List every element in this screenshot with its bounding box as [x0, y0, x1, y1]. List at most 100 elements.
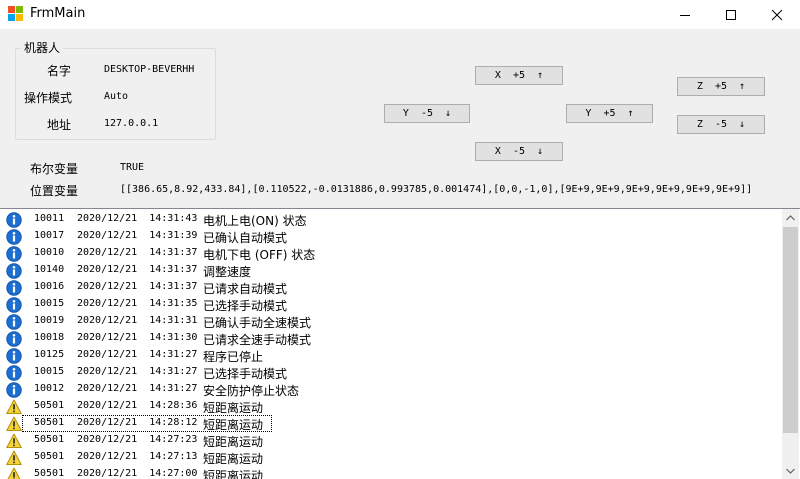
info-icon — [6, 382, 22, 398]
log-time: 2020/12/21 14:31:31 — [77, 315, 198, 326]
log-row[interactable]: 50501 2020/12/21 14:28:12 短距离运动 — [0, 415, 780, 432]
log-code: 10140 — [34, 264, 65, 275]
warning-icon — [6, 416, 22, 432]
pos-var-value: [[386.65,8.92,433.84],[0.110522,-0.01318… — [120, 184, 753, 195]
log-time: 2020/12/21 14:31:37 — [77, 281, 198, 292]
log-row[interactable]: 50501 2020/12/21 14:27:00 短距离运动 — [0, 466, 780, 479]
log-time: 2020/12/21 14:28:36 — [77, 400, 198, 411]
z-minus-label: Z -5 ↓ — [696, 119, 746, 130]
y-minus-label: Y -5 ↓ — [402, 108, 452, 119]
robot-group-title: 机器人 — [21, 39, 64, 56]
scroll-down-button[interactable] — [782, 462, 799, 479]
log-row[interactable]: 10016 2020/12/21 14:31:37 已请求自动模式 — [0, 279, 780, 296]
log-time: 2020/12/21 14:31:27 — [77, 349, 198, 360]
log-message: 调整速度 — [203, 265, 252, 279]
y-plus-label: Y +5 ↑ — [585, 108, 634, 119]
log-row[interactable]: 50501 2020/12/21 14:27:13 短距离运动 — [0, 449, 780, 466]
log-row[interactable]: 10011 2020/12/21 14:31:43 电机上电(ON) 状态 — [0, 211, 780, 228]
log-row[interactable]: 10018 2020/12/21 14:31:30 已请求全速手动模式 — [0, 330, 780, 347]
log-row[interactable]: 10017 2020/12/21 14:31:39 已确认自动模式 — [0, 228, 780, 245]
maximize-icon — [726, 9, 736, 20]
scroll-thumb[interactable] — [783, 227, 798, 433]
scroll-up-icon — [786, 214, 795, 220]
log-message: 已请求全速手动模式 — [203, 333, 312, 347]
minimize-icon — [680, 14, 690, 16]
log-message: 已请求自动模式 — [203, 282, 288, 296]
log-code: 10017 — [34, 230, 65, 241]
info-icon — [6, 246, 22, 262]
log-code: 50501 — [34, 434, 65, 445]
log-code: 10011 — [34, 213, 65, 224]
log-time: 2020/12/21 14:31:27 — [77, 383, 198, 394]
info-icon — [6, 212, 22, 228]
log-code: 50501 — [34, 468, 65, 479]
log-code: 10125 — [34, 349, 65, 360]
log-message: 已选择手动模式 — [203, 299, 288, 313]
log-row[interactable]: 10010 2020/12/21 14:31:37 电机下电 (OFF) 状态 — [0, 245, 780, 262]
mode-value: Auto — [104, 91, 129, 102]
log-code: 10012 — [34, 383, 65, 394]
log-message: 已确认手动全速模式 — [203, 316, 312, 330]
address-value: 127.0.0.1 — [104, 118, 159, 129]
minimize-button[interactable] — [662, 0, 708, 29]
log-code: 10010 — [34, 247, 65, 258]
y-minus-button[interactable]: Y -5 ↓ — [384, 104, 470, 123]
log-row[interactable]: 10125 2020/12/21 14:31:27 程序已停止 — [0, 347, 780, 364]
app-icon — [8, 6, 24, 22]
warning-icon — [6, 433, 22, 449]
info-icon — [6, 297, 22, 313]
log-message: 电机下电 (OFF) 状态 — [203, 248, 316, 262]
window-title: FrmMain — [30, 6, 86, 21]
event-log-list[interactable]: 10011 2020/12/21 14:31:43 电机上电(ON) 状态 10017… — [0, 208, 800, 479]
log-row[interactable]: 10012 2020/12/21 14:31:27 安全防护停止状态 — [0, 381, 780, 398]
log-time: 2020/12/21 14:27:00 — [77, 468, 198, 479]
log-time: 2020/12/21 14:31:27 — [77, 366, 198, 377]
log-vertical-scrollbar[interactable] — [782, 209, 799, 479]
z-plus-button[interactable]: Z +5 ↑ — [677, 77, 765, 96]
log-time: 2020/12/21 14:27:23 — [77, 434, 198, 445]
info-icon — [6, 263, 22, 279]
log-row[interactable]: 10019 2020/12/21 14:31:31 已确认手动全速模式 — [0, 313, 780, 330]
info-icon — [6, 331, 22, 347]
log-code: 10018 — [34, 332, 65, 343]
bool-var-label: 布尔变量 — [30, 162, 79, 176]
z-plus-label: Z +5 ↑ — [696, 81, 746, 92]
log-row[interactable]: 10015 2020/12/21 14:31:27 已选择手动模式 — [0, 364, 780, 381]
log-time: 2020/12/21 14:28:12 — [77, 417, 198, 428]
info-icon — [6, 229, 22, 245]
mode-label: 操作模式 — [24, 91, 73, 105]
log-message: 已确认自动模式 — [203, 231, 288, 245]
log-row[interactable]: 50501 2020/12/21 14:27:23 短距离运动 — [0, 432, 780, 449]
scroll-down-icon — [786, 468, 795, 474]
log-message: 电机上电(ON) 状态 — [203, 214, 307, 228]
scroll-up-button[interactable] — [782, 209, 799, 226]
warning-icon — [6, 399, 22, 415]
log-time: 2020/12/21 14:31:39 — [77, 230, 198, 241]
log-time: 2020/12/21 14:31:43 — [77, 213, 198, 224]
warning-icon — [6, 450, 22, 466]
pos-var-label: 位置变量 — [30, 184, 79, 198]
log-code: 10015 — [34, 366, 65, 377]
log-code: 10016 — [34, 281, 65, 292]
x-minus-button[interactable]: X -5 ↓ — [475, 142, 563, 161]
log-row[interactable]: 10015 2020/12/21 14:31:35 已选择手动模式 — [0, 296, 780, 313]
info-icon — [6, 348, 22, 364]
close-button[interactable] — [754, 0, 800, 29]
log-time: 2020/12/21 14:31:35 — [77, 298, 198, 309]
log-message: 安全防护停止状态 — [203, 384, 300, 398]
log-code: 10015 — [34, 298, 65, 309]
z-minus-button[interactable]: Z -5 ↓ — [677, 115, 765, 134]
x-plus-button[interactable]: X +5 ↑ — [475, 66, 563, 85]
log-row[interactable]: 10140 2020/12/21 14:31:37 调整速度 — [0, 262, 780, 279]
info-icon — [6, 365, 22, 381]
info-icon — [6, 280, 22, 296]
log-message: 已选择手动模式 — [203, 367, 288, 381]
log-message: 短距离运动 — [203, 435, 264, 449]
maximize-button[interactable] — [708, 0, 754, 29]
x-plus-label: X +5 ↑ — [494, 70, 544, 81]
y-plus-button[interactable]: Y +5 ↑ — [566, 104, 653, 123]
log-code: 50501 — [34, 400, 65, 411]
log-time: 2020/12/21 14:31:37 — [77, 247, 198, 258]
title-bar: FrmMain — [0, 0, 800, 29]
log-row[interactable]: 50501 2020/12/21 14:28:36 短距离运动 — [0, 398, 780, 415]
